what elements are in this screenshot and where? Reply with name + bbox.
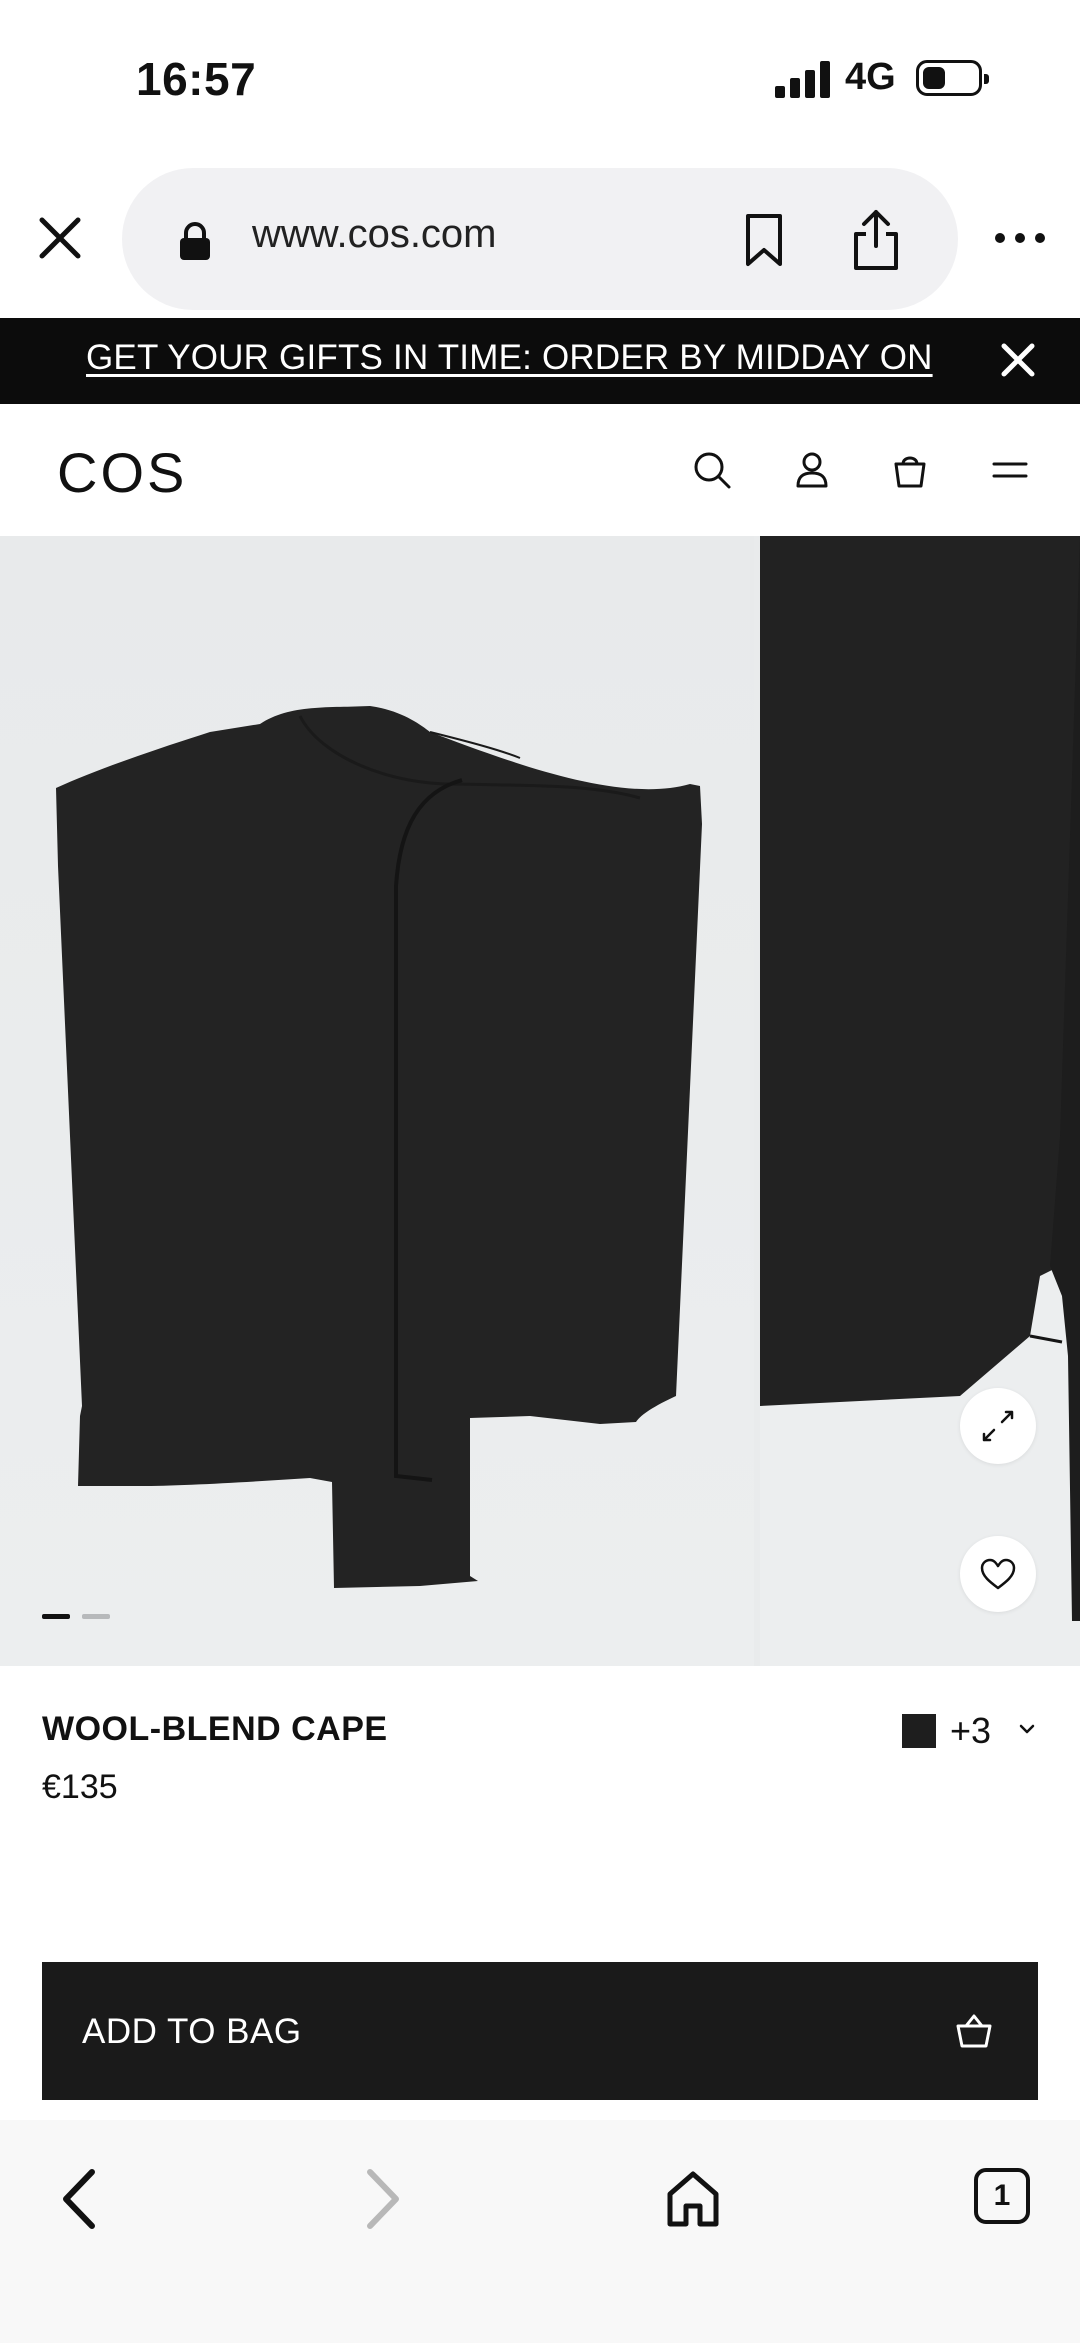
heart-icon [980,1558,1016,1590]
home-icon[interactable] [664,2164,722,2234]
lock-icon [180,222,210,260]
cos-logo[interactable]: COS [57,440,187,505]
pagination-dot-active[interactable] [42,1614,70,1619]
menu-icon[interactable] [988,448,1032,492]
basket-icon [956,2014,992,2048]
status-bar: 16:57 4G [0,0,1080,160]
network-label: 4G [845,56,896,98]
more-colors-count: +3 [950,1710,992,1751]
promo-banner: GET YOUR GIFTS IN TIME: ORDER BY MIDDAY … [0,318,1080,404]
tabs-button[interactable]: 1 [974,2168,1030,2224]
expand-icon [982,1410,1014,1442]
expand-button[interactable] [960,1388,1036,1464]
gallery-image-front[interactable] [0,536,754,1666]
status-time: 16:57 [136,53,257,105]
address-bar[interactable]: www.cos.com [122,168,958,310]
product-gallery[interactable] [0,536,1080,1666]
wishlist-button[interactable] [960,1536,1036,1612]
search-icon[interactable] [690,448,734,492]
close-icon[interactable] [32,210,88,266]
color-swatch[interactable] [902,1714,936,1748]
bag-icon[interactable] [888,448,932,492]
browser-bottom-nav: 1 [0,2120,1080,2343]
signal-icon [775,60,831,98]
gallery-image-detail[interactable] [760,536,1080,1666]
product-price: €135 [42,1768,118,1806]
site-header: COS [0,404,1080,536]
battery-icon [916,60,989,96]
more-icon[interactable] [990,226,1050,250]
cape-detail-image [760,536,1080,1666]
url-text: www.cos.com [252,212,497,256]
product-name: WOOL-BLEND CAPE [42,1710,388,1748]
add-to-bag-button[interactable]: ADD TO BAG [42,1962,1038,2100]
tab-count: 1 [993,2179,1011,2212]
product-info: WOOL-BLEND CAPE €135 +3 [0,1666,1080,1960]
forward-icon[interactable] [360,2164,408,2234]
promo-link[interactable]: GET YOUR GIFTS IN TIME: ORDER BY MIDDAY … [86,338,933,378]
close-icon[interactable] [998,340,1038,380]
pagination-dot[interactable] [82,1614,110,1619]
account-icon[interactable] [790,448,834,492]
browser-toolbar: www.cos.com [0,160,1080,318]
bookmark-icon[interactable] [740,212,788,268]
cape-image [56,706,702,1588]
color-selector[interactable]: +3 [902,1710,1052,1754]
add-to-bag-label: ADD TO BAG [82,2012,302,2051]
back-icon[interactable] [54,2164,102,2234]
share-icon[interactable] [846,206,906,272]
chevron-down-icon [1019,1724,1035,1734]
